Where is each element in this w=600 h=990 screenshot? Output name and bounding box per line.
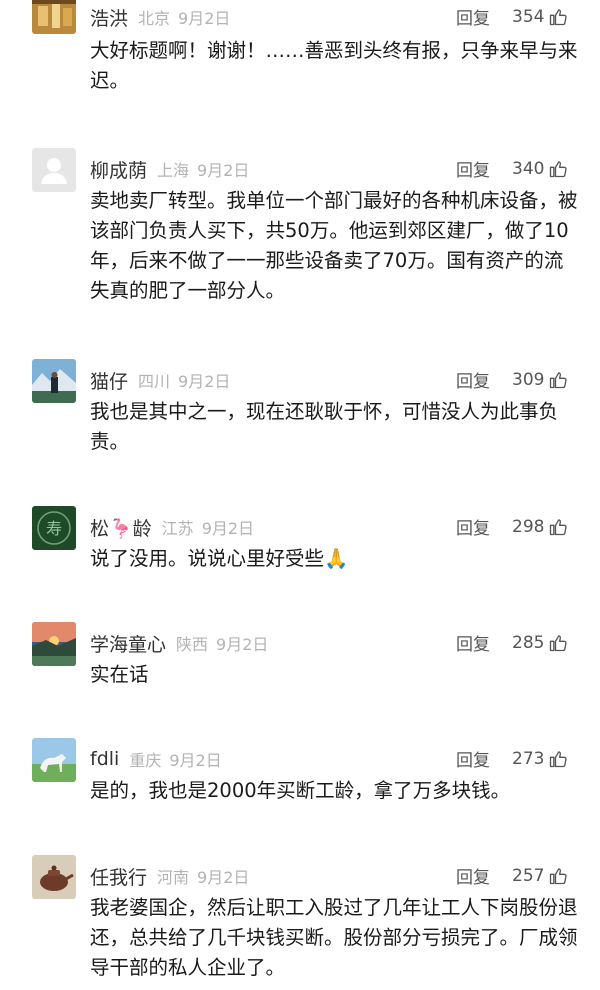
reply-button[interactable]: 回复 bbox=[456, 746, 490, 771]
reply-button[interactable]: 回复 bbox=[456, 4, 490, 29]
username[interactable]: 柳成荫 bbox=[90, 156, 147, 183]
avatar[interactable]: 寿 bbox=[32, 506, 76, 550]
username[interactable]: 浩洪 bbox=[90, 4, 128, 31]
avatar[interactable] bbox=[32, 855, 76, 899]
date: 9月2日 bbox=[201, 519, 255, 538]
username[interactable]: 猫仔 bbox=[90, 367, 128, 394]
like-button[interactable]: 273 bbox=[512, 744, 568, 774]
avatar[interactable] bbox=[32, 738, 76, 782]
location: 四川 bbox=[138, 372, 171, 391]
avatar[interactable] bbox=[32, 0, 76, 34]
date: 9月2日 bbox=[178, 9, 231, 28]
comment-text: 我老婆国企，然后让职工入股过了几年让工人下岗股份退还，总共给了几千块钱买断。股份… bbox=[90, 896, 578, 979]
like-count: 257 bbox=[512, 866, 545, 886]
location: 河南 bbox=[157, 868, 190, 887]
avatar[interactable] bbox=[32, 359, 76, 403]
like-count: 340 bbox=[512, 159, 545, 179]
like-count: 273 bbox=[512, 749, 545, 769]
date: 9月2日 bbox=[216, 635, 269, 654]
avatar[interactable] bbox=[32, 622, 76, 666]
like-button[interactable]: 309 bbox=[512, 365, 568, 395]
location: 上海 bbox=[157, 161, 190, 180]
location: 重庆 bbox=[129, 751, 162, 770]
comment-text: 我也是其中之一，现在还耿耿于怀，可惜没人为此事负责。 bbox=[90, 400, 559, 453]
thumbs-up-icon bbox=[550, 751, 568, 768]
like-count: 354 bbox=[512, 7, 545, 27]
comment-text: 实在话 bbox=[90, 663, 149, 686]
username[interactable]: 松🦩龄 bbox=[90, 514, 152, 541]
username[interactable]: 学海童心 bbox=[90, 630, 166, 657]
username[interactable]: fdli bbox=[90, 748, 119, 770]
like-button[interactable]: 257 bbox=[512, 861, 568, 891]
comment-text: 是的，我也是2000年买断工龄，拿了万多块钱。 bbox=[90, 779, 511, 802]
avatar[interactable] bbox=[32, 148, 76, 192]
reply-button[interactable]: 回复 bbox=[456, 367, 490, 392]
date: 9月2日 bbox=[197, 161, 250, 180]
date: 9月2日 bbox=[169, 751, 222, 770]
comment-text: 卖地卖厂转型。我单位一个部门最好的各种机床设备，被该部门负责人买下，共50万。他… bbox=[90, 189, 578, 302]
reply-button[interactable]: 回复 bbox=[456, 863, 490, 888]
thumbs-up-icon bbox=[550, 635, 568, 652]
like-button[interactable]: 285 bbox=[512, 628, 568, 658]
like-count: 298 bbox=[512, 517, 545, 537]
thumbs-up-icon bbox=[550, 372, 568, 389]
like-count: 285 bbox=[512, 633, 545, 653]
thumbs-up-icon bbox=[550, 161, 568, 178]
like-button[interactable]: 340 bbox=[512, 154, 568, 184]
comment-text: 说了没用。说说心里好受些🙏 bbox=[90, 547, 349, 570]
username[interactable]: 任我行 bbox=[90, 863, 147, 890]
date: 9月2日 bbox=[178, 372, 231, 391]
thumbs-up-icon bbox=[550, 9, 568, 26]
location: 江苏 bbox=[161, 519, 194, 538]
date: 9月2日 bbox=[197, 868, 250, 887]
location: 陕西 bbox=[176, 635, 209, 654]
like-button[interactable]: 298 bbox=[512, 512, 568, 542]
reply-button[interactable]: 回复 bbox=[456, 156, 490, 181]
like-button[interactable]: 354 bbox=[512, 2, 568, 32]
location: 北京 bbox=[138, 9, 171, 28]
thumbs-up-icon bbox=[550, 868, 568, 885]
like-count: 309 bbox=[512, 370, 545, 390]
reply-button[interactable]: 回复 bbox=[456, 514, 490, 539]
svg-text:寿: 寿 bbox=[46, 519, 62, 538]
comment-text: 大好标题啊！谢谢！……善恶到头终有报，只争来早与来迟。 bbox=[90, 39, 578, 92]
thumbs-up-icon bbox=[550, 519, 568, 536]
reply-button[interactable]: 回复 bbox=[456, 630, 490, 655]
